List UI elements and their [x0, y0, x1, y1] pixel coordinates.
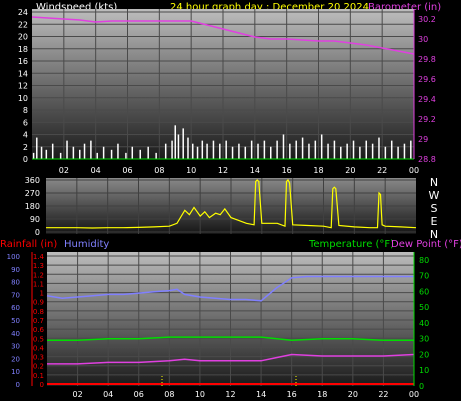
humidity-tick-label: 40	[11, 330, 20, 338]
rainfall-tick-label: 0.8	[33, 308, 44, 316]
x-tick-label: 08	[154, 166, 164, 175]
temperature-tick-label: 0	[419, 382, 424, 391]
temperature-tick-label: 80	[419, 256, 429, 265]
rainfall-tick-label: 0.4	[33, 344, 45, 352]
direction-tick-label: 360	[25, 176, 40, 185]
windspeed-tick-label: 10	[18, 94, 28, 103]
x-tick-label: 12	[225, 390, 235, 399]
barometer-tick-label: 30.2	[418, 15, 436, 24]
direction-tick-label: 0	[35, 228, 40, 237]
barometer-tick-label: 29.2	[418, 115, 436, 124]
x-tick-label: 12	[218, 166, 228, 175]
x-tick-label: 20	[348, 390, 358, 399]
humidity-tick-label: 30	[11, 343, 20, 351]
x-tick-label: 16	[287, 390, 297, 399]
direction-tick-label: 180	[25, 202, 40, 211]
temperature-tick-label: 20	[419, 350, 429, 359]
rainfall-axis-label: Rainfall (in)	[0, 239, 57, 250]
windspeed-tick-label: 22	[18, 20, 28, 29]
x-tick-label: 04	[91, 166, 101, 175]
barometer-tick-label: 29.4	[418, 95, 436, 104]
x-tick-label: 20	[345, 166, 355, 175]
dewpoint-axis-label: Dew Point (°F)	[391, 239, 461, 250]
temperature-tick-label: 30	[419, 335, 429, 344]
x-tick-label: 08	[164, 390, 174, 399]
rainfall-tick-label: 1.4	[33, 253, 45, 261]
rainfall-tick-label: 0.3	[33, 354, 44, 362]
rainfall-tick-label: 0.9	[33, 299, 44, 307]
compass-label: S	[431, 202, 438, 215]
windspeed-tick-label: 12	[18, 82, 28, 91]
humidity-tick-label: 90	[11, 266, 20, 274]
humidity-tick-label: 10	[11, 368, 20, 376]
humidity-axis-label: Humidity	[64, 239, 109, 250]
windspeed-tick-label: 8	[23, 106, 28, 115]
rainfall-tick-label: 0.1	[33, 372, 44, 380]
x-tick-label: 18	[313, 166, 323, 175]
barometer-tick-label: 29	[418, 135, 428, 144]
rainfall-tick-label: 1.1	[33, 280, 44, 288]
windspeed-tick-label: 16	[18, 57, 28, 66]
rainfall-tick-label: 0.2	[33, 363, 44, 371]
windspeed-tick-label: 18	[18, 45, 28, 54]
windspeed-tick-label: 20	[18, 33, 28, 42]
humidity-tick-label: 0	[16, 381, 20, 389]
x-tick-label: 02	[72, 390, 82, 399]
humidity-tick-label: 60	[11, 304, 20, 312]
temperature-tick-label: 50	[419, 303, 429, 312]
x-tick-label: 22	[378, 390, 388, 399]
weather-charts-svg: Windspeed (kts) 24 hour graph day : Dece…	[0, 2, 461, 399]
barometer-tick-label: 30	[418, 35, 428, 44]
compass-label: N	[430, 176, 438, 189]
windspeed-tick-label: 0	[23, 155, 28, 164]
temperature-tick-label: 10	[419, 366, 429, 375]
windspeed-tick-label: 6	[23, 118, 28, 127]
x-tick-label: 16	[282, 166, 292, 175]
rainfall-tick-label: 1	[40, 290, 44, 298]
rainfall-tick-label: 0.7	[33, 317, 44, 325]
humidity-tick-label: 50	[11, 317, 20, 325]
windspeed-tick-label: 2	[23, 143, 28, 152]
humidity-tick-label: 70	[11, 291, 20, 299]
x-tick-label: 06	[134, 390, 144, 399]
temperature-tick-label: 40	[419, 319, 429, 328]
weather-graph-window: Windspeed (kts) 24 hour graph day : Dece…	[0, 0, 461, 401]
rainfall-tick-label: 1.3	[33, 262, 44, 270]
x-tick-label: 10	[195, 390, 205, 399]
rainfall-tick-label: 0.5	[33, 335, 44, 343]
x-tick-label: 18	[317, 390, 327, 399]
barometer-tick-label: 28.8	[418, 155, 436, 164]
rainfall-tick-label: 0	[40, 381, 44, 389]
rainfall-tick-label: 0.6	[33, 326, 45, 334]
temperature-tick-label: 60	[419, 287, 429, 296]
temperature-tick-label: 70	[419, 272, 429, 281]
x-tick-label: 04	[103, 390, 113, 399]
barometer-tick-label: 29.8	[418, 55, 436, 64]
x-tick-label: 06	[122, 166, 132, 175]
temperature-axis-label: Temperature (°F)	[308, 239, 394, 250]
direction-tick-label: 90	[30, 215, 40, 224]
x-tick-label: 00	[409, 390, 419, 399]
x-tick-label: 00	[409, 166, 419, 175]
x-tick-label: 14	[250, 166, 260, 175]
windspeed-tick-label: 14	[18, 69, 28, 78]
windspeed-tick-label: 4	[23, 131, 28, 140]
x-tick-label: 22	[377, 166, 387, 175]
direction-tick-label: 270	[25, 189, 40, 198]
humidity-tick-label: 100	[7, 253, 20, 261]
compass-label: W	[429, 189, 440, 202]
x-tick-label: 10	[186, 166, 196, 175]
humidity-tick-label: 20	[11, 355, 20, 363]
compass-label: E	[431, 215, 438, 228]
rainfall-tick-label: 1.2	[33, 271, 44, 279]
windspeed-tick-label: 24	[18, 8, 28, 17]
humidity-tick-label: 80	[11, 279, 20, 287]
barometer-tick-label: 29.6	[418, 75, 436, 84]
x-tick-label: 14	[256, 390, 266, 399]
x-tick-label: 02	[59, 166, 69, 175]
